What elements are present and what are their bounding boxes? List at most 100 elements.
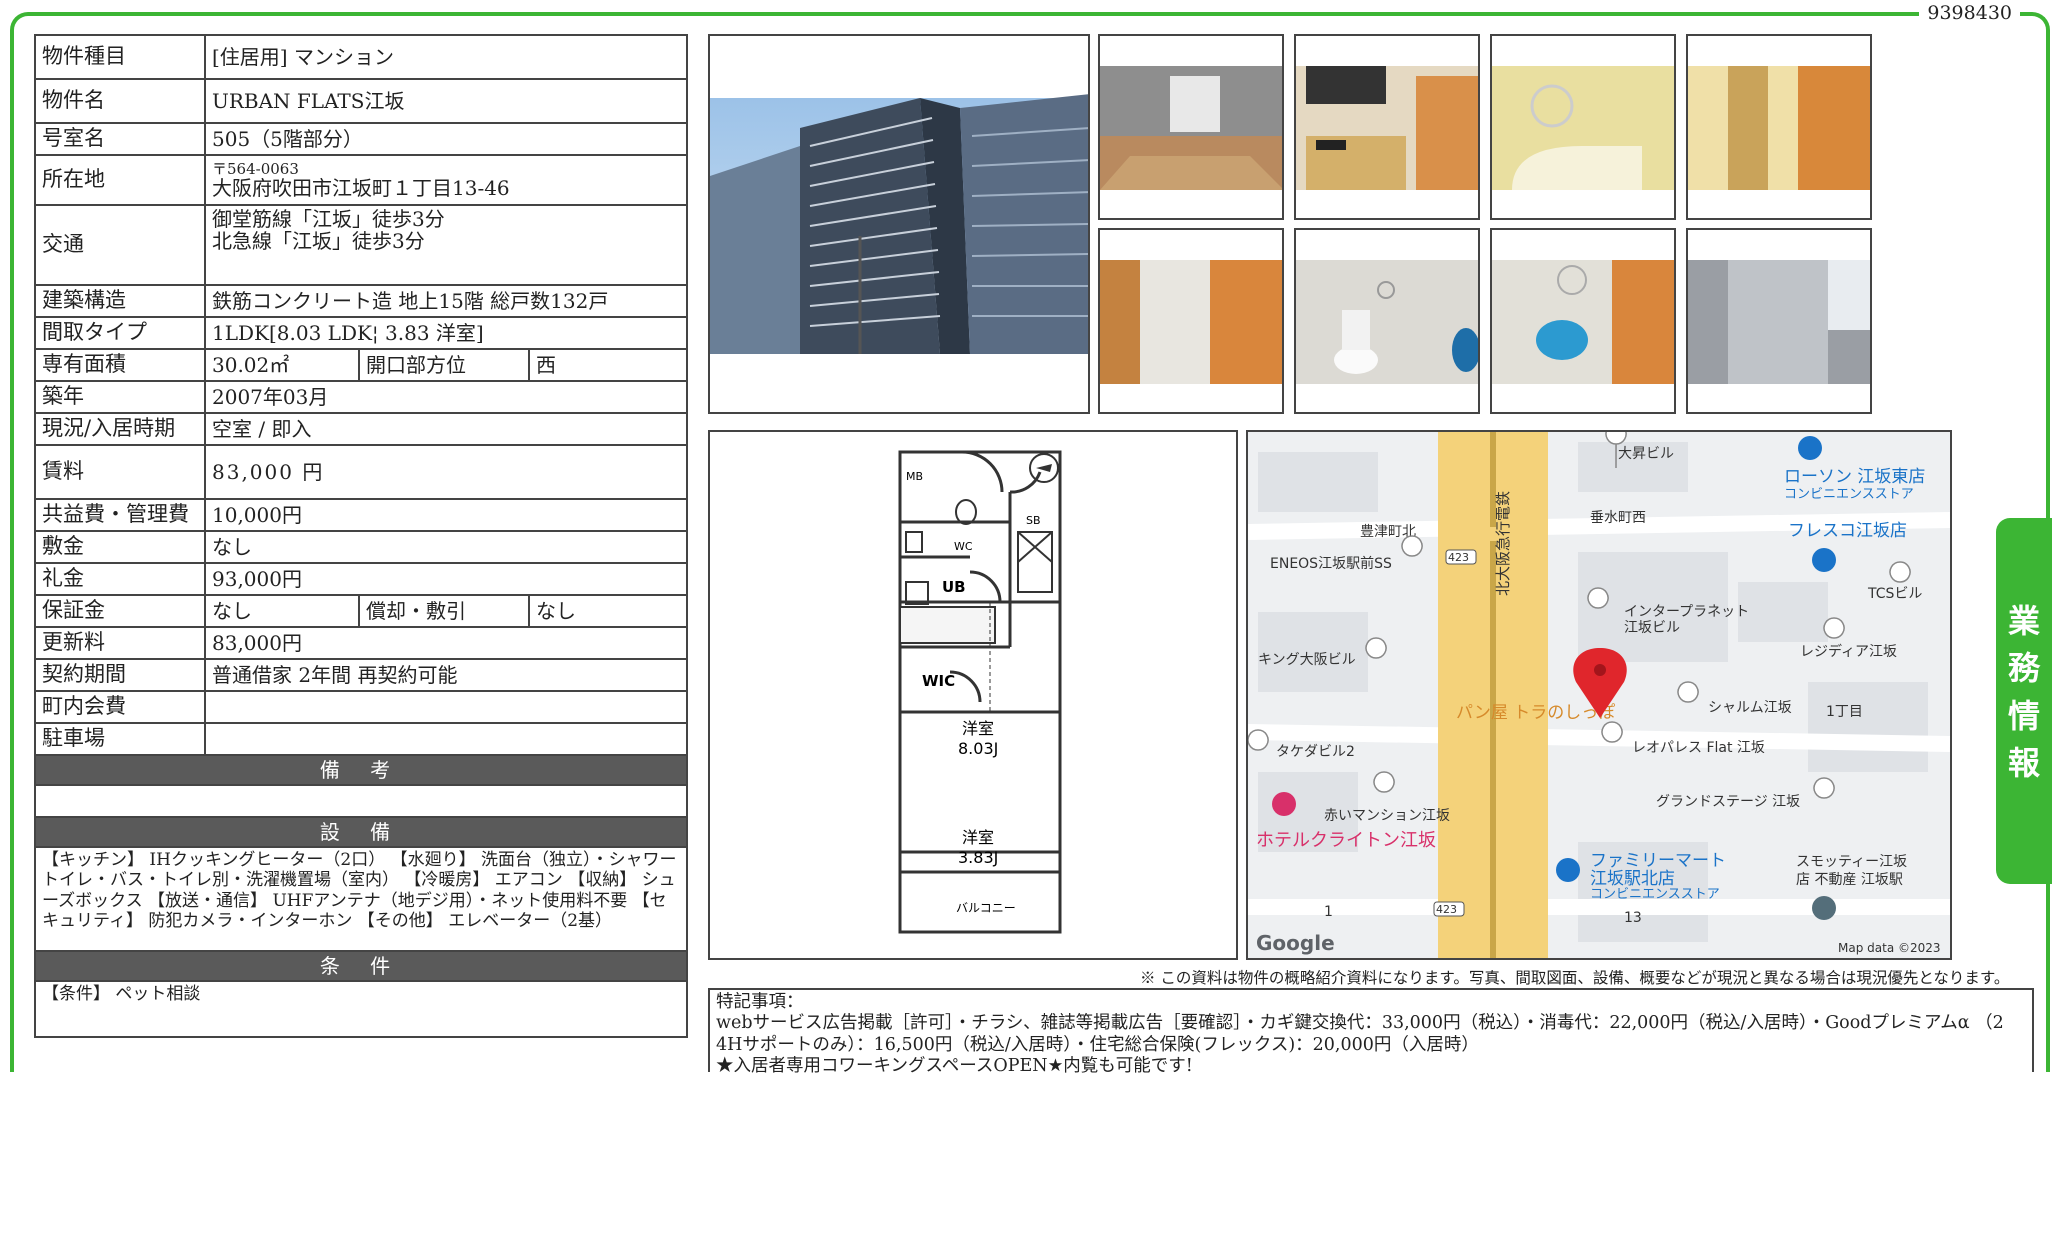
conditions-body: 【条件】 ペット相談 [33, 980, 689, 1038]
side-tab-char-3: 情 [2007, 696, 2040, 735]
map-route-423-b: 423 [1436, 903, 1457, 916]
special-remarks-line-3: ★入居者専用コワーキングスペースOPEN★内覧も可能です! [716, 1056, 1193, 1077]
fp-room1-size: 8.03J [958, 739, 998, 758]
map-label-familymart: ファミリーマート [1590, 851, 1726, 871]
structure-value: 鉄筋コンクリート造 地上15階 総戸数132戸 [203, 284, 689, 318]
amortization-label: 償却・敷引 [358, 594, 530, 628]
map-label-1chome: 1丁目 [1826, 704, 1863, 720]
interior-photo-door [1098, 228, 1284, 414]
map-label-residia: レジディア江坂 [1800, 643, 1897, 660]
layout-value: 1LDK[8.03 LDK¦ 3.83 洋室] [203, 316, 689, 350]
map-label-red-mansion: 赤いマンション江坂 [1324, 808, 1450, 824]
map-label-esaka-bldg: 江坂ビル [1624, 620, 1680, 636]
name-value: URBAN FLATS江坂 [203, 78, 689, 124]
contract-label: 契約期間 [34, 658, 206, 692]
address-label: 所在地 [34, 154, 206, 206]
area-value: 30.02㎡ [204, 348, 360, 382]
special-remarks-line-1: webサービス広告掲載［許可］・チラシ、雑誌等掲載広告［要確認］・カギ鍵交換代：… [716, 1013, 2004, 1034]
conditions-header: 条 件 [33, 950, 689, 982]
room-label: 号室名 [34, 122, 206, 156]
remarks-header: 備 考 [33, 754, 689, 786]
key-money-value: 93,000円 [203, 562, 689, 596]
fp-room2-label: 洋室 [962, 828, 994, 847]
guarantee-value: なし [204, 594, 360, 628]
business-info-tab[interactable]: 業 務 情 報 [1996, 518, 2052, 884]
built-label: 築年 [34, 380, 206, 414]
special-remarks-line-2: 4Hサポートのみ）：16,500円（税込/入居時）・住宅総合保険(フレックス)：… [716, 1034, 1479, 1055]
fp-sb-label: SB [1026, 514, 1041, 527]
special-remarks: 特記事項： webサービス広告掲載［許可］・チラシ、雑誌等掲載広告［要確認］・カ… [708, 988, 2034, 1076]
renewal-label: 更新料 [34, 626, 206, 660]
building-exterior-photo [708, 34, 1090, 414]
postal-code: 〒564-0063 [212, 159, 299, 178]
fp-ub-label: UB [942, 578, 966, 596]
rent-value: 83,000 円 [203, 444, 689, 500]
map-label-smotty: スモッティー江坂 [1796, 854, 1907, 870]
map-label-tcs: TCSビル [1867, 586, 1922, 602]
address-cell: 〒564-0063 大阪府吹田市江坂町１丁目13-46 [203, 154, 689, 206]
association-label: 町内会費 [34, 690, 206, 724]
map-label-railway: 北大阪急行電鉄 [1494, 491, 1512, 596]
parking-value [203, 722, 689, 756]
interior-photo-toilet [1294, 228, 1480, 414]
map-label-leopalace: レオパレス Flat 江坂 [1632, 740, 1765, 756]
guarantee-label: 保証金 [34, 594, 206, 628]
map-label-charm: シャルム江坂 [1708, 700, 1792, 716]
association-value [203, 690, 689, 724]
area-map[interactable]: 豊津町北 垂水町西 ENEOS江坂駅前SS 大昇ビル TCSビル インタープラネ… [1246, 430, 1952, 960]
area-label: 専有面積 [34, 348, 206, 382]
map-label-eneos: ENEOS江坂駅前SS [1270, 555, 1392, 572]
renewal-value: 83,000円 [203, 626, 689, 660]
map-label-familymart-store: 江坂駅北店 [1590, 869, 1675, 889]
map-attribution: Map data ©2023 [1838, 941, 1941, 955]
transit-label: 交通 [34, 204, 206, 286]
parking-label: 駐車場 [34, 722, 206, 756]
fp-mb-label: MB [906, 470, 923, 483]
transit-line-1: 御堂筋線「江坂」徒歩3分 [212, 207, 445, 231]
google-logo: Google [1256, 931, 1335, 955]
map-label-king-osaka: キング大阪ビル [1258, 652, 1356, 668]
map-label-hotel: ホテルクライトン江坂 [1256, 830, 1436, 851]
map-label-familymart-type: コンビニエンスストア [1590, 887, 1720, 902]
document-id: 9398430 [1919, 2, 2020, 24]
interior-photo-balcony [1686, 228, 1872, 414]
interior-photo-bath [1490, 34, 1676, 220]
room-value: 505（5階部分） [203, 122, 689, 156]
disclaimer-note: ※ この資料は物件の概略紹介資料になります。写真、間取図面、設備、概要などが現況… [1140, 969, 2010, 987]
interior-photo-room [1098, 34, 1284, 220]
type-value: [住居用] マンション [203, 34, 689, 80]
equipment-header: 設 備 [33, 816, 689, 848]
fp-wic-label: WIC [922, 672, 955, 690]
fp-balcony-label: バルコニー [956, 901, 1016, 915]
transit-cell: 御堂筋線「江坂」徒歩3分 北急線「江坂」徒歩3分 [203, 204, 689, 286]
key-money-label: 礼金 [34, 562, 206, 596]
status-value: 空室 / 即入 [203, 412, 689, 446]
map-label-fresco: フレスコ江坂店 [1788, 521, 1907, 541]
rent-label: 賃料 [34, 444, 206, 500]
map-label-smotty-2: 店 不動産 江坂駅 [1796, 872, 1903, 888]
map-label-tarumi-nishi: 垂水町西 [1590, 510, 1646, 526]
equipment-body: 【キッチン】 IHクッキングヒーター（2口） 【水廻り】 洗面台（独立）・シャワ… [33, 846, 689, 952]
side-tab-char-4: 報 [2007, 744, 2040, 783]
contract-value: 普通借家 2年間 再契約可能 [203, 658, 689, 692]
map-label-taisho-bldg: 大昇ビル [1618, 446, 1674, 462]
name-label: 物件名 [34, 78, 206, 124]
structure-label: 建築構造 [34, 284, 206, 318]
side-tab-char-1: 業 [2007, 602, 2040, 640]
map-label-interplanet: インタープラネット [1624, 604, 1749, 620]
property-info-table: 物件種目 [住居用] マンション 物件名 URBAN FLATS江坂 号室名 505（… [33, 34, 689, 1038]
deposit-label: 敷金 [34, 530, 206, 564]
interior-photo-washroom [1490, 228, 1676, 414]
transit-line-2: 北急線「江坂」徒歩3分 [212, 229, 425, 253]
fp-room1-label: 洋室 [962, 719, 994, 738]
address-value: 大阪府吹田市江坂町１丁目13-46 [212, 176, 510, 201]
amortization-value: なし [527, 594, 689, 628]
map-route-423-a: 423 [1448, 551, 1469, 564]
side-tab-char-2: 務 [2007, 649, 2040, 688]
fee-value: 10,000円 [203, 498, 689, 532]
interior-photo-entrance [1686, 34, 1872, 220]
map-label-lawson: ローソン 江坂東店 [1784, 467, 1925, 487]
fp-wc-label: WC [954, 540, 973, 553]
floor-plan: MB SB WC UB WIC 洋室 8.03J 洋室 3.83J バルコニー [708, 430, 1238, 960]
special-remarks-title: 特記事項： [716, 992, 804, 1012]
